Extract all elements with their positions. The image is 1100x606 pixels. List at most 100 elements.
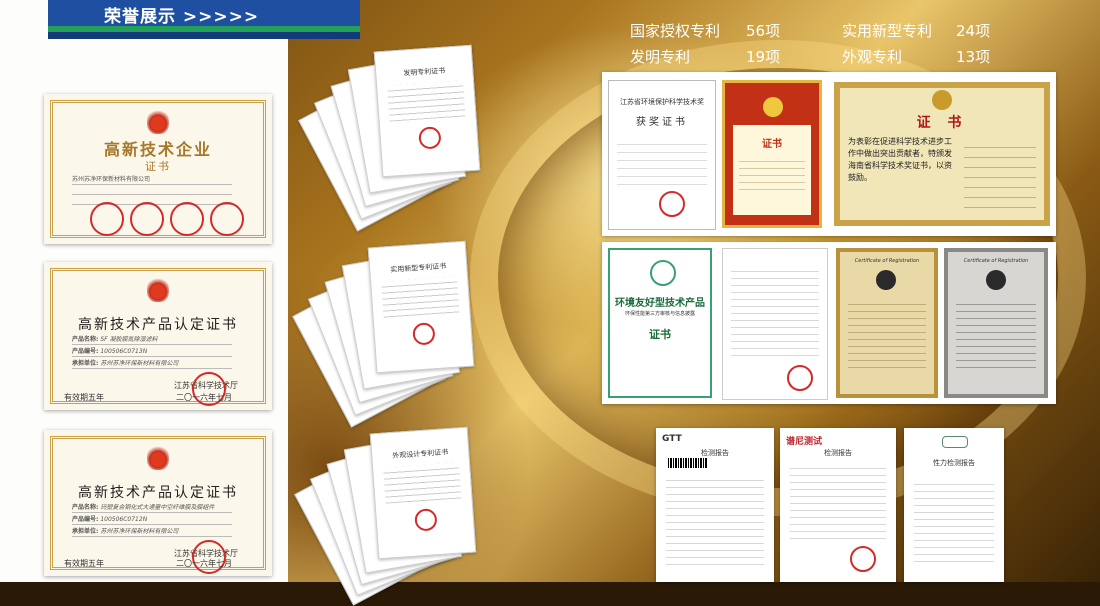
test-report-gtt: GTT 检测报告 [656,428,774,582]
cert-date: 二〇一六年七月 [176,393,232,402]
patent-stack-design: 外观设计专利证书 [294,424,488,606]
patent-title: 外观设计专利证书 [392,448,449,461]
stat-value: 24项 [956,22,991,40]
field-label: 产品名称: [72,504,99,511]
cert-product: SF 凝胶膜氮除湿滤料 [100,336,158,343]
text-lines [964,138,1036,208]
stat-label: 发明专利 [630,48,691,66]
red-seal-icon [412,322,436,346]
torch-logo-icon [147,276,169,302]
text-lines [731,265,819,361]
patent-sheet-top: 发明专利证书 [373,44,481,178]
text-lines [956,298,1036,368]
red-seal-icon [850,546,876,572]
award-body: 为表彰在促进科学技术进步工作中做出突出贡献者，特颁发海南省科学技术奖证书，以资鼓… [848,137,952,182]
cert-registration-1: Certificate of Registration [836,248,938,398]
award-cert-red: 证书 [722,80,822,228]
registration-title: Certificate of Registration [854,258,920,264]
cert-company: 苏州苏净环保新材料有限公司 [72,176,151,183]
report-title: 检测报告 [824,449,852,457]
red-seal-icon [90,202,124,236]
emblem-icon [932,90,952,110]
cert-title: 高新技术产品认定证书 [78,317,238,333]
cert-title: 高新技术产品认定证书 [78,485,238,501]
report-title: 性力检测报告 [933,459,975,467]
cert-line: 产品编号: 100506C0712N [72,516,232,525]
certifier-logo-icon [876,270,896,290]
eco-tag: 证书 [649,328,671,341]
national-emblem-icon [763,97,783,117]
cert-valid: 有效期五年 [64,393,104,402]
field-label: 产品名称: [72,336,99,343]
text-lines [387,80,466,122]
stat-label: 外观专利 [842,48,903,66]
patent-title: 发明专利证书 [403,66,446,78]
section-title: 荣誉展示 >>>>> [104,7,260,27]
patent-sheet-top: 外观设计专利证书 [369,426,477,560]
red-seal-icon [210,202,244,236]
stat-label: 国家授权专利 [630,22,721,40]
cert-line: 产品名称: 玛塑复合钢化式大通量中空纤维膜及膜组件 [72,504,232,513]
report-rows [790,462,886,542]
award-certificates-panel: 江苏省环境保护科学技术奖 获奖证书 证书 证 书 为表彰在促进科学技术进步工作中… [602,72,1056,236]
field-label: 承担单位: [72,360,99,367]
red-seal-icon [130,202,164,236]
stat-value: 56项 [746,22,781,40]
text-lines [381,276,460,318]
cert-high-tech-product-1: 高新技术产品认定证书 产品名称: SF 凝胶膜氮除湿滤料 产品编号: 10050… [44,262,272,410]
field-label: 产品编号: [72,516,99,523]
torch-logo-icon [147,444,169,470]
cert-text-page [722,248,828,400]
cert-line [72,194,232,195]
stat-label: 实用新型专利 [842,22,933,40]
eco-logo-icon [650,260,676,286]
cert-high-tech-product-2: 高新技术产品认定证书 产品名称: 玛塑复合钢化式大通量中空纤维膜及膜组件 产品编… [44,430,272,576]
registration-title: Certificate of Registration [963,258,1029,264]
cert-valid: 有效期五年 [64,559,104,568]
report-rows [666,474,764,570]
award-org: 江苏省环境保护科学技术奖 [620,98,704,106]
text-lines [617,137,707,187]
registration-certificates-panel: 环境友好型技术产品 环保性能第三方审核与信息披露 证书 Certificate … [602,242,1056,404]
cert-eco-product: 环境友好型技术产品 环保性能第三方审核与信息披露 证书 [608,248,712,398]
text-lines [739,155,805,195]
stat-value: 19项 [746,48,781,66]
award-title: 证 书 [916,115,968,131]
text-lines [848,298,926,368]
cert-line: 承担单位: 苏州苏净环保新材料有限公司 [72,360,232,369]
red-seal-icon [170,202,204,236]
cert-title: 高新技术企业 [103,140,212,159]
field-label: 产品编号: [72,348,99,355]
report-title: 检测报告 [701,449,729,457]
award-title: 获奖证书 [636,117,688,128]
eco-title: 环境友好型技术产品 [615,298,705,309]
section-header: 荣誉展示 >>>>> [48,0,360,40]
cert-subtitle: 证书 [145,160,171,173]
certifier-logo-icon [986,270,1006,290]
cert-registration-2: Certificate of Registration [944,248,1048,398]
torch-logo-icon [147,108,169,134]
red-seal-icon [787,365,813,391]
cert-number: 100506C0713N [100,348,148,355]
award-title: 证书 [762,139,782,150]
stat-value: 13项 [956,48,991,66]
test-report-pony: 谱尼测试 检测报告 [780,428,896,582]
cert-owner: 苏州苏净环保新材料有限公司 [100,528,179,535]
cert-line: 产品编号: 100506C0713N [72,348,232,357]
barcode-icon [668,458,708,468]
patent-title: 实用新型专利证书 [390,262,447,275]
patent-sheet-top: 实用新型专利证书 [367,240,475,374]
cert-line: 苏州苏净环保新材料有限公司 [72,176,232,185]
red-seal-icon [418,126,442,150]
award-cert-environment: 江苏省环境保护科学技术奖 获奖证书 [608,80,716,230]
cert-date: 二〇一六年七月 [176,559,232,568]
red-seal-icon [414,508,438,532]
text-lines [383,462,462,504]
lab-logo-icon [942,436,968,448]
cert-number: 100506C0712N [100,516,148,523]
patent-stack-invention: 发明专利证书 [298,40,492,232]
cert-line: 承担单位: 苏州苏净环保新材料有限公司 [72,528,232,537]
header-stripe-blue [48,32,360,39]
test-report-3: 性力检测报告 [904,428,1004,582]
field-label: 承担单位: [72,528,99,535]
